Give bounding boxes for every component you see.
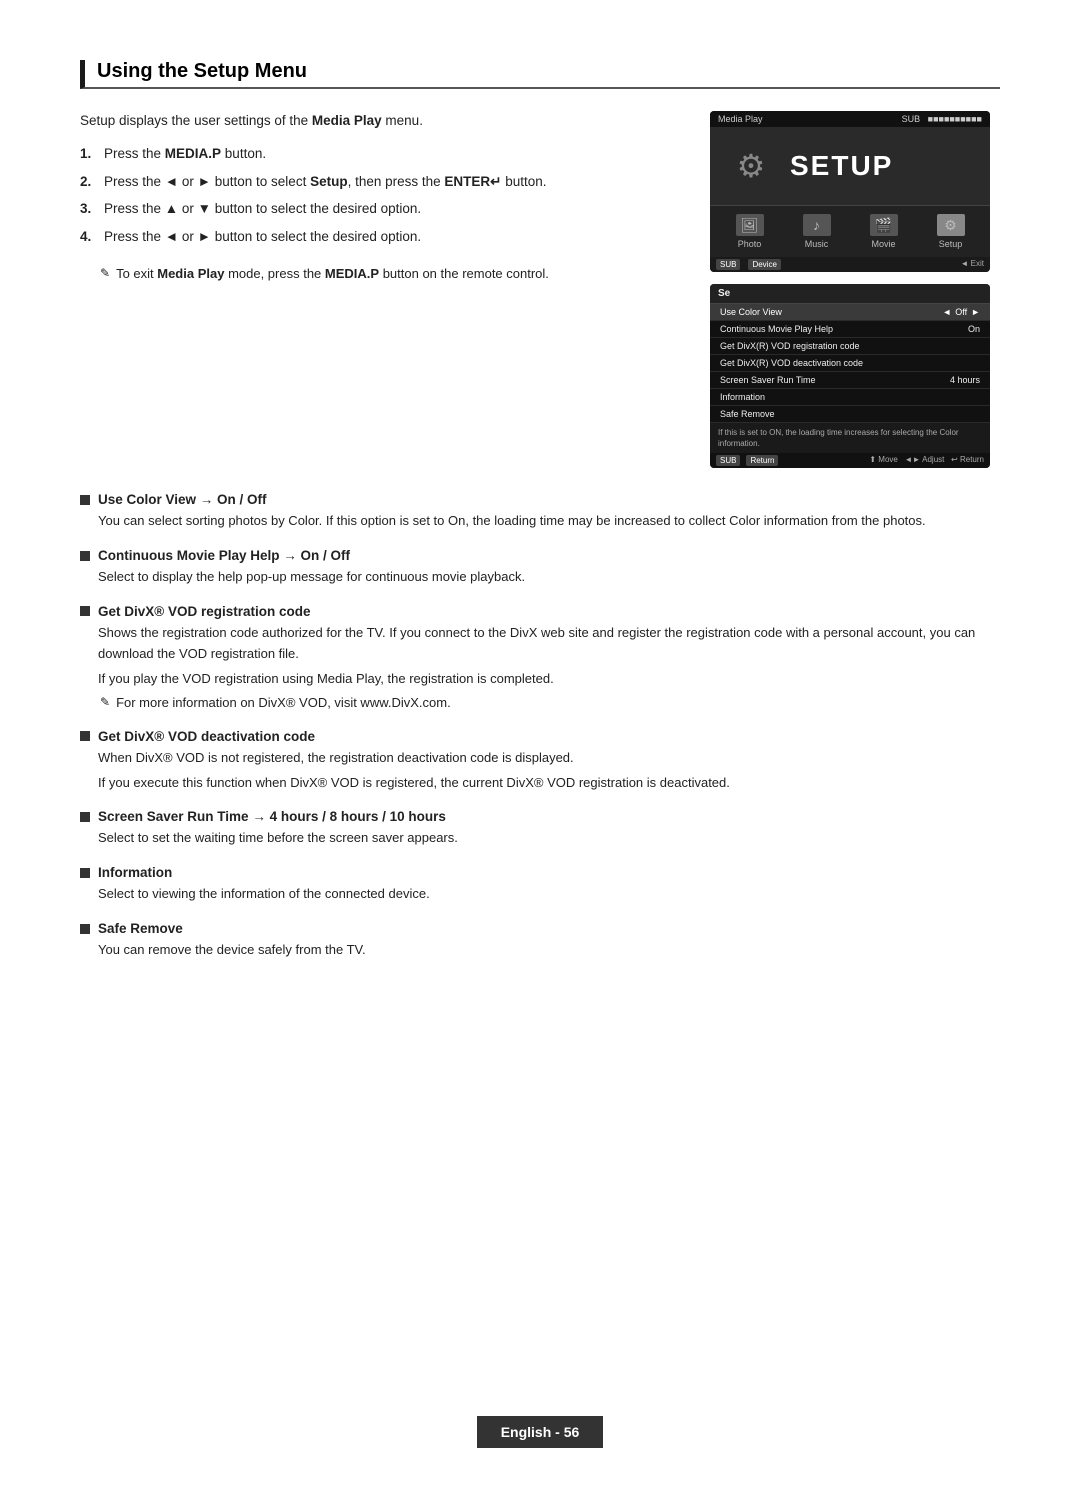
subsection-title-safe-remove: Safe Remove: [80, 921, 1000, 936]
subsection-title-continuous-movie: Continuous Movie Play Help → On / Off: [80, 548, 1000, 563]
divx-deact-text2: If you execute this function when DivX® …: [98, 773, 1000, 794]
bullet-square-icon: [80, 495, 90, 505]
intro-text: Setup displays the user settings of the …: [80, 111, 680, 131]
page: Using the Setup Menu Setup displays the …: [0, 0, 1080, 1488]
right-column: Media Play SUB ■■■■■■■■■■ ⚙ SETUP 🖼 Phot…: [710, 111, 1000, 468]
divx-reg-text2: If you play the VOD registration using M…: [98, 669, 1000, 690]
gear-icon: ⚙: [726, 141, 776, 191]
note-icon: ✎: [100, 264, 110, 282]
tv-nav-setup: ⚙ Setup: [937, 214, 965, 249]
divx-deact-text1: When DivX® VOD is not registered, the re…: [98, 748, 1000, 769]
screen-saver-text: Select to set the waiting time before th…: [98, 828, 1000, 849]
bullet-square-icon-4: [80, 731, 90, 741]
step-2: 2. Press the ◄ or ► button to select Set…: [80, 171, 680, 193]
setup-label: SETUP: [790, 150, 893, 182]
setup-nav-icon: ⚙: [937, 214, 965, 236]
tv-menu-divx-reg: Get DivX(R) VOD registration code: [710, 338, 990, 355]
bullet-square-icon-7: [80, 924, 90, 934]
section-title: Using the Setup Menu: [80, 60, 1000, 89]
subsection-divx-reg: Get DivX® VOD registration code Shows th…: [80, 604, 1000, 713]
subsection-safe-remove: Safe Remove You can remove the device sa…: [80, 921, 1000, 961]
bullet-square-icon-5: [80, 812, 90, 822]
exit-btn: ◄ Exit: [961, 259, 984, 270]
tv-menu-continuous-movie: Continuous Movie Play Help On: [710, 321, 990, 338]
subsection-continuous-movie: Continuous Movie Play Help → On / Off Se…: [80, 548, 1000, 588]
subsection-title-use-color-view: Use Color View → On / Off: [80, 492, 1000, 507]
tv-menu-information: Information: [710, 389, 990, 406]
subsection-information: Information Select to viewing the inform…: [80, 865, 1000, 905]
information-text: Select to viewing the information of the…: [98, 884, 1000, 905]
tv-screenshot-2: Se Use Color View ◄ Off ► Continuous Mov…: [710, 284, 990, 468]
step-4: 4. Press the ◄ or ► button to select the…: [80, 226, 680, 248]
tv-nav-movie: 🎬 Movie: [870, 214, 898, 249]
tv-screenshot-1: Media Play SUB ■■■■■■■■■■ ⚙ SETUP 🖼 Phot…: [710, 111, 990, 272]
tv-sub-1: SUB ■■■■■■■■■■: [902, 114, 982, 124]
subsection-title-information: Information: [80, 865, 1000, 880]
exit-note: ✎ To exit Media Play mode, press the MED…: [100, 264, 680, 284]
step-3: 3. Press the ▲ or ▼ button to select the…: [80, 198, 680, 220]
continuous-movie-text: Select to display the help pop-up messag…: [98, 567, 1000, 588]
tv-sub-btn: SUB: [716, 455, 740, 466]
tv-menu-use-color-view: Use Color View ◄ Off ►: [710, 304, 990, 321]
music-icon: ♪: [803, 214, 831, 236]
tv-nav-music: ♪ Music: [803, 214, 831, 249]
use-color-view-text: You can select sorting photos by Color. …: [98, 511, 1000, 532]
device-btn: Device: [748, 259, 780, 270]
tv-setup-area: ⚙ SETUP: [710, 127, 990, 205]
title-text: Using the Setup Menu: [97, 60, 307, 83]
bullet-square-icon-3: [80, 606, 90, 616]
tv-topbar-1: Media Play SUB ■■■■■■■■■■: [710, 111, 990, 127]
tv-menu-note: If this is set to ON, the loading time i…: [710, 423, 990, 453]
footer-badge: English - 56: [477, 1416, 604, 1448]
tv-menu-bottom: SUB Return ⬆ Move ◄► Adjust ↩ Return: [710, 453, 990, 468]
step-1: 1. Press the MEDIA.P button.: [80, 143, 680, 165]
subsection-title-divx-deact: Get DivX® VOD deactivation code: [80, 729, 1000, 744]
tv-return-btn: Return: [746, 455, 778, 466]
tv-nav-photo: 🖼 Photo: [736, 214, 764, 249]
tv-menu-title: Se: [710, 284, 990, 304]
subsection-use-color-view: Use Color View → On / Off You can select…: [80, 492, 1000, 532]
bullet-square-icon-2: [80, 551, 90, 561]
tv-menu-safe-remove: Safe Remove: [710, 406, 990, 423]
tv-title-1: Media Play: [718, 114, 763, 124]
tv-menu-screen-saver: Screen Saver Run Time 4 hours: [710, 372, 990, 389]
content-area: Setup displays the user settings of the …: [80, 111, 1000, 468]
tv-nav-icons: 🖼 Photo ♪ Music 🎬 Movie ⚙ Setup: [710, 205, 990, 257]
divx-reg-note: ✎ For more information on DivX® VOD, vis…: [100, 693, 1000, 713]
bullet-square-icon-6: [80, 868, 90, 878]
tv-bottom-bar-1: SUB Device ◄ Exit: [710, 257, 990, 272]
footer-bar: English - 56: [0, 1416, 1080, 1448]
sub-btn: SUB: [716, 259, 740, 270]
safe-remove-text: You can remove the device safely from th…: [98, 940, 1000, 961]
subsections: Use Color View → On / Off You can select…: [80, 492, 1000, 960]
color-view-arrows: ◄ Off ►: [942, 307, 980, 317]
note-icon-2: ✎: [100, 693, 110, 711]
steps-list: 1. Press the MEDIA.P button. 2. Press th…: [80, 143, 680, 247]
divx-reg-text1: Shows the registration code authorized f…: [98, 623, 1000, 665]
photo-icon: 🖼: [736, 214, 764, 236]
subsection-title-divx-reg: Get DivX® VOD registration code: [80, 604, 1000, 619]
subsection-screen-saver: Screen Saver Run Time → 4 hours / 8 hour…: [80, 809, 1000, 849]
subsection-title-screen-saver: Screen Saver Run Time → 4 hours / 8 hour…: [80, 809, 1000, 824]
tv-menu-divx-deact: Get DivX(R) VOD deactivation code: [710, 355, 990, 372]
subsection-divx-deact: Get DivX® VOD deactivation code When Div…: [80, 729, 1000, 794]
movie-icon: 🎬: [870, 214, 898, 236]
left-column: Setup displays the user settings of the …: [80, 111, 680, 468]
